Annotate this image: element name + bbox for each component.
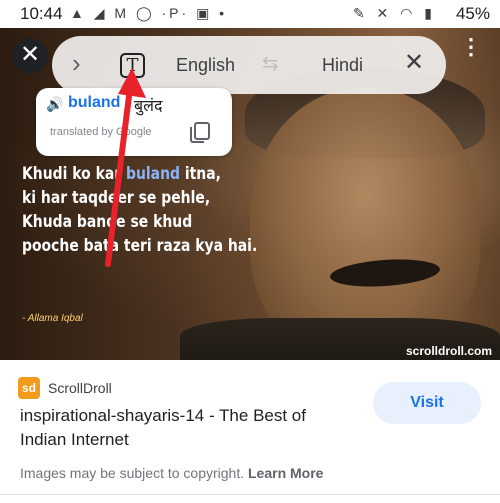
close-translate-icon[interactable]: ✕	[404, 48, 424, 77]
swap-languages-icon[interactable]: ⇆	[262, 51, 279, 76]
close-icon[interactable]: ✕	[12, 38, 48, 74]
target-language-button[interactable]: Hindi	[322, 55, 363, 76]
learn-more-link[interactable]: Learn More	[248, 465, 323, 481]
red-arrow-annotation	[105, 68, 146, 267]
system-icons: ✎ ✕ ◠ ▮	[352, 5, 436, 21]
copy-icon[interactable]	[190, 122, 210, 143]
result-title[interactable]: inspirational-shayaris-14 - The Best of …	[20, 404, 350, 452]
watermark: scrolldroll.com	[405, 344, 492, 358]
battery-level: 45%	[455, 4, 490, 23]
notification-icons: ▲ ◢ M ◯ ·P· ▣ •	[70, 5, 228, 21]
copyright-notice: Images may be subject to copyright. Lear…	[20, 465, 324, 481]
source-logo: sd	[18, 377, 40, 399]
source-name: ScrollDroll	[48, 380, 112, 396]
status-bar: 10:44 ▲ ◢ M ◯ ·P· ▣ • ✎ ✕ ◠ ▮ 45%	[0, 0, 500, 28]
quote-author: - Allama Iqbal	[22, 313, 83, 324]
visit-button[interactable]: Visit	[373, 382, 481, 424]
divider	[0, 494, 500, 495]
status-time: 10:44	[20, 4, 63, 23]
more-options-icon[interactable]: ⋮	[460, 36, 482, 68]
source-language-button[interactable]: English	[176, 55, 235, 76]
speaker-icon[interactable]: 🔊	[46, 96, 63, 113]
chevron-right-icon[interactable]: ›	[72, 48, 81, 79]
